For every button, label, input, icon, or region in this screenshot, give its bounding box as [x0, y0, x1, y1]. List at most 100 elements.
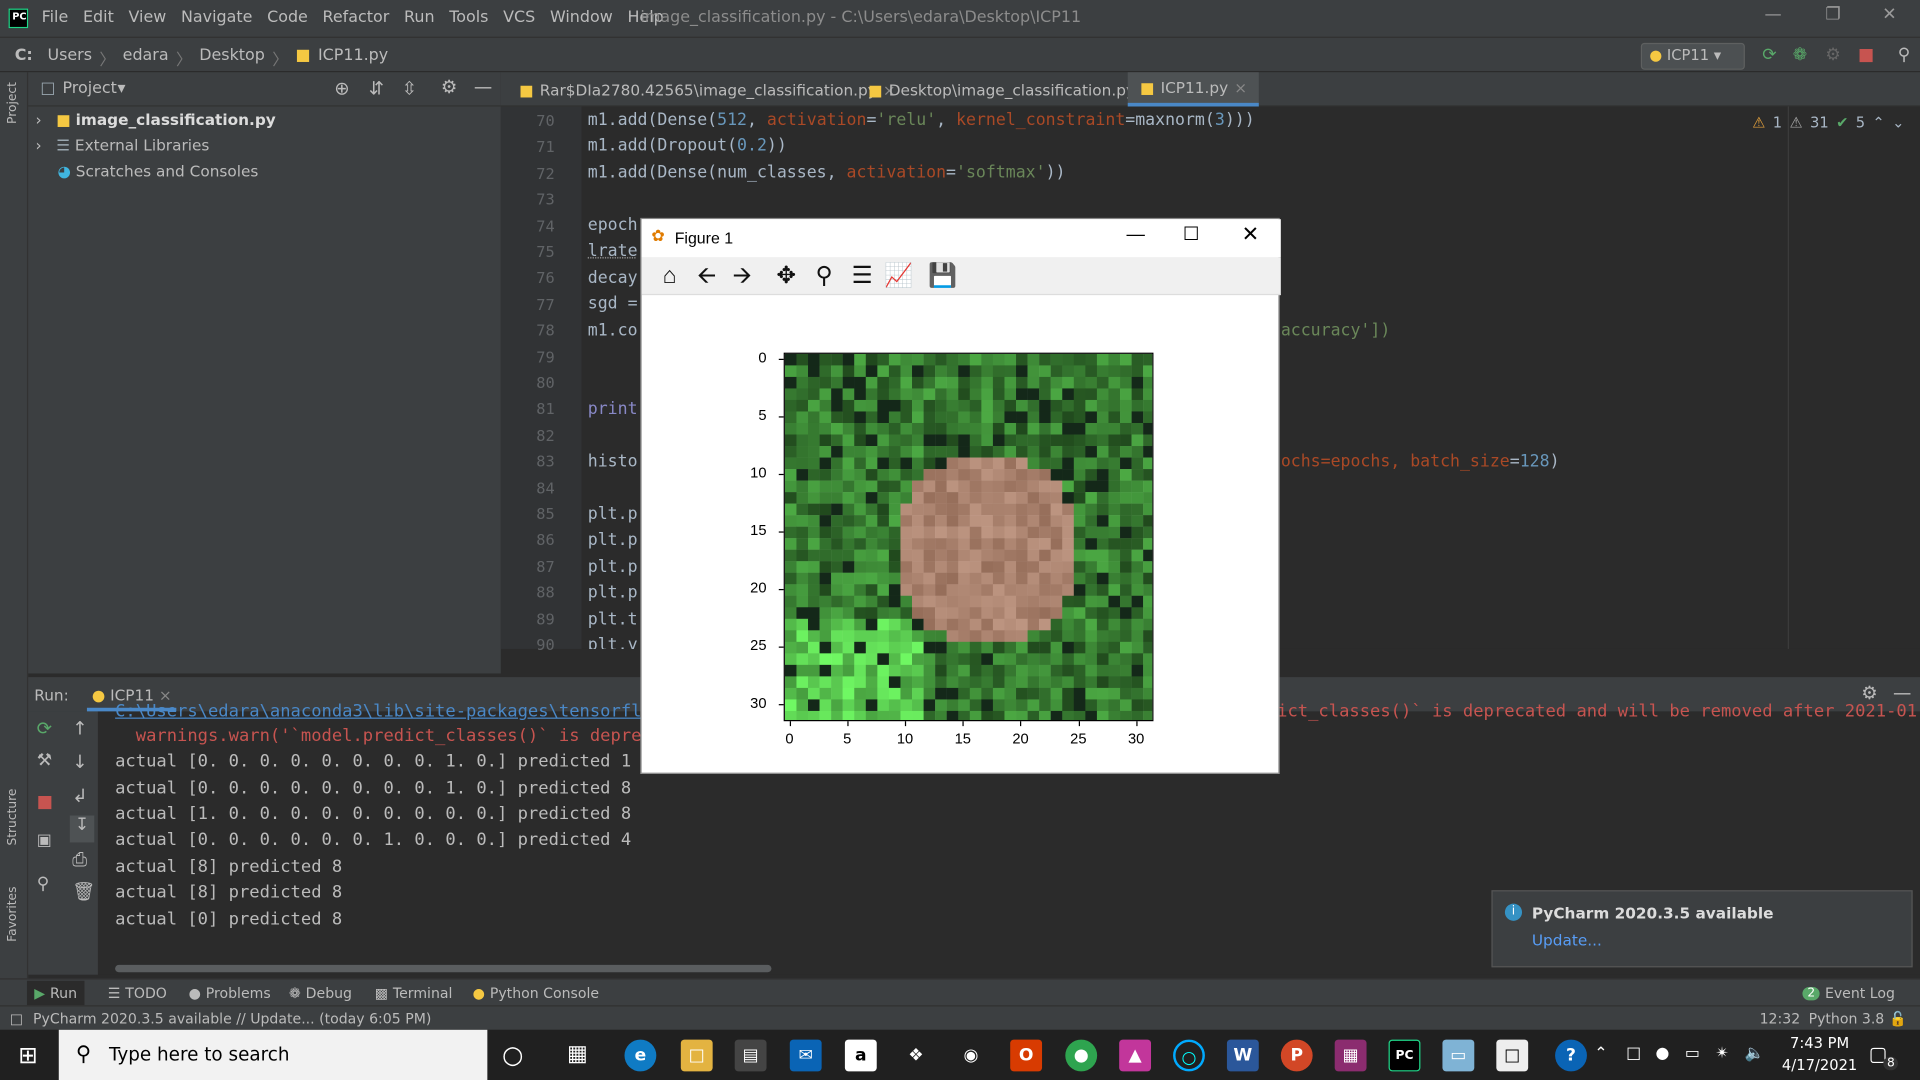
breadcrumb-file[interactable]: ICP11.py: [318, 47, 388, 70]
rerun-icon[interactable]: ⟳: [37, 718, 52, 740]
menu-file[interactable]: File: [42, 9, 69, 27]
task-view-icon[interactable]: ▦: [567, 1041, 588, 1067]
subplots-config-icon[interactable]: ☰: [846, 262, 878, 291]
close-icon[interactable]: ×: [1234, 78, 1247, 96]
chevron-down-icon[interactable]: ▾: [118, 80, 126, 98]
mail-icon[interactable]: ✉: [789, 1039, 822, 1072]
microphone-icon[interactable]: ●: [1656, 1044, 1670, 1062]
wifi-icon[interactable]: ✴: [1716, 1044, 1729, 1062]
meet-icon[interactable]: □: [1626, 1044, 1641, 1062]
tree-item-file[interactable]: › ■ image_classification.py: [36, 110, 276, 128]
menu-tools[interactable]: Tools: [449, 9, 488, 27]
tab-rar-image-classification[interactable]: ■ Rar$DIa2780.42565\image_classification…: [507, 72, 908, 106]
locate-icon[interactable]: ⊕: [334, 77, 349, 99]
chrome-icon[interactable]: ●: [1065, 1039, 1098, 1072]
pan-icon[interactable]: ✥: [770, 262, 802, 291]
edit-axis-icon[interactable]: 📈: [883, 262, 915, 291]
expand-arrow-icon[interactable]: ›: [36, 110, 42, 128]
rerun-icon[interactable]: ⟳: [1760, 45, 1780, 65]
console-path-line[interactable]: C:\Users\edara\anaconda3\lib\site-packag…: [115, 702, 662, 722]
tool-tab-problems[interactable]: ● Problems: [189, 984, 271, 1001]
minimize-button[interactable]: —: [1127, 224, 1145, 245]
expand-all-icon[interactable]: ⇵: [369, 77, 384, 99]
run-config-select[interactable]: ● ICP11 ▾: [1640, 42, 1745, 70]
menu-code[interactable]: Code: [267, 9, 308, 27]
powerpoint-icon[interactable]: P: [1280, 1039, 1313, 1072]
stop-icon[interactable]: ■: [1856, 45, 1876, 65]
document-icon[interactable]: □: [1496, 1039, 1529, 1072]
menu-vcs[interactable]: VCS: [503, 9, 535, 27]
menu-navigate[interactable]: Navigate: [181, 9, 252, 27]
store-icon[interactable]: ▤: [734, 1039, 767, 1072]
pin-icon[interactable]: ⚲: [37, 874, 50, 894]
tree-item-scratches[interactable]: ◕ Scratches and Consoles: [58, 162, 259, 180]
breadcrumb-edara[interactable]: edara: [123, 47, 169, 70]
debug-icon[interactable]: ❁: [1790, 45, 1810, 65]
chevron-up-icon[interactable]: ⌃: [1872, 114, 1884, 131]
structure-tool-button[interactable]: Structure: [6, 789, 19, 846]
pycharm-taskbar-icon[interactable]: PC: [1388, 1039, 1421, 1072]
clock-date[interactable]: 4/17/2021: [1776, 1057, 1864, 1074]
layout-icon[interactable]: ▣: [37, 831, 52, 849]
tool-tab-terminal[interactable]: ▩ Terminal: [375, 984, 453, 1001]
menu-edit[interactable]: Edit: [83, 9, 114, 27]
minimize-button[interactable]: —: [1761, 5, 1785, 29]
app-icon[interactable]: ▲: [1119, 1039, 1152, 1072]
edge-icon[interactable]: e: [624, 1039, 657, 1072]
print-icon[interactable]: ⎙: [72, 849, 87, 871]
alexa-icon[interactable]: ○: [1173, 1039, 1205, 1072]
horizontal-scrollbar[interactable]: [115, 964, 772, 973]
close-button[interactable]: ✕: [1242, 223, 1259, 247]
maximize-button[interactable]: ☐: [1183, 223, 1199, 245]
trash-icon[interactable]: 🗑: [72, 880, 95, 902]
python-app-icon[interactable]: ▭: [1442, 1039, 1475, 1072]
tool-tab-debug[interactable]: ❁ Debug: [289, 984, 352, 1001]
tool-tab-todo[interactable]: ☰ TODO: [108, 984, 167, 1001]
breadcrumb-users[interactable]: Users: [47, 47, 92, 70]
amazon-icon[interactable]: a: [844, 1039, 877, 1072]
menu-view[interactable]: View: [129, 9, 167, 27]
menu-run[interactable]: Run: [404, 9, 435, 27]
zoom-icon[interactable]: ⚲: [808, 262, 840, 291]
save-icon[interactable]: 💾: [927, 262, 959, 291]
file-explorer-icon[interactable]: □: [680, 1039, 713, 1072]
forward-arrow-icon[interactable]: 🡪: [726, 262, 758, 291]
lock-icon[interactable]: 🔓: [1889, 1010, 1907, 1027]
expand-arrow-icon[interactable]: ›: [36, 136, 42, 154]
update-link[interactable]: Update...: [1532, 931, 1602, 949]
tool-tab-python-console[interactable]: ● Python Console: [473, 984, 599, 1001]
help-icon[interactable]: ?: [1555, 1039, 1587, 1072]
arrow-down-icon[interactable]: ↓: [72, 751, 87, 773]
inspection-widget[interactable]: ⚠ 1 ⚠ 31 ✔ 5 ⌃ ⌄: [1752, 114, 1904, 131]
tool-tab-run[interactable]: ▶ Run: [26, 980, 85, 1006]
menu-refactor[interactable]: Refactor: [323, 9, 390, 27]
cortana-icon[interactable]: ○: [502, 1040, 523, 1069]
status-message[interactable]: PyCharm 2020.3.5 available // Update... …: [33, 1010, 431, 1027]
office-icon[interactable]: O: [1010, 1039, 1043, 1072]
word-icon[interactable]: W: [1226, 1039, 1259, 1072]
stop-icon[interactable]: ■: [37, 792, 53, 812]
breadcrumb-desktop[interactable]: Desktop: [199, 47, 265, 70]
home-icon[interactable]: ⌂: [654, 262, 686, 291]
chevron-down-icon[interactable]: ⌄: [1892, 114, 1904, 131]
event-log-button[interactable]: 2 Event Log: [1802, 984, 1895, 1002]
breadcrumb-drive[interactable]: C:: [15, 47, 33, 70]
interpreter-label[interactable]: Python 3.8: [1809, 1010, 1885, 1027]
cursor-position[interactable]: 12:32: [1760, 1010, 1801, 1027]
collapse-all-icon[interactable]: ⇳: [402, 77, 417, 99]
battery-icon[interactable]: ▭: [1685, 1044, 1700, 1062]
tab-desktop-image-classification[interactable]: ■ Desktop\image_classification.py ×: [856, 72, 1166, 106]
gear-icon[interactable]: ⚙: [441, 76, 457, 98]
search-icon[interactable]: ⚲: [1894, 45, 1914, 65]
tab-icp11[interactable]: ■ ICP11.py ×: [1127, 72, 1260, 107]
favorites-tool-button[interactable]: Favorites: [6, 887, 19, 942]
dropbox-icon[interactable]: ❖: [900, 1040, 932, 1072]
project-tool-button[interactable]: Project: [6, 82, 19, 124]
taskbar-search-box[interactable]: ⚲ Type here to search: [58, 1029, 488, 1080]
arrow-up-icon[interactable]: ↑: [72, 718, 87, 740]
menu-window[interactable]: Window: [550, 9, 613, 27]
tree-item-external-libraries[interactable]: › ☰ External Libraries: [36, 136, 210, 154]
tray-chevron-icon[interactable]: ⌃: [1594, 1044, 1607, 1062]
github-icon[interactable]: ◉: [955, 1040, 987, 1072]
project-view-label[interactable]: Project: [62, 80, 116, 98]
